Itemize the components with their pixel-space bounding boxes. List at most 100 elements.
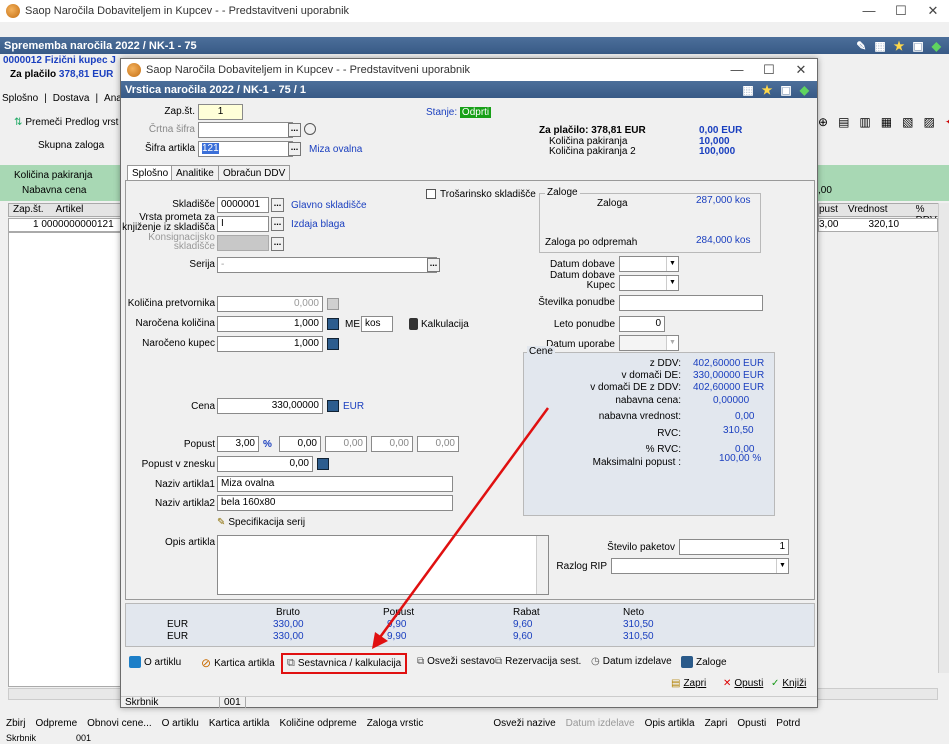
crtna-field[interactable] <box>198 122 293 138</box>
dialog-grid-icon[interactable]: ▦ <box>742 83 753 97</box>
trosarinsko-checkbox[interactable] <box>426 189 436 199</box>
zbirj-button[interactable]: Zbirj <box>6 718 25 729</box>
tool4-icon[interactable]: ▦ <box>881 115 892 129</box>
opis-field[interactable] <box>217 535 549 595</box>
opusti-button[interactable]: ✕ Opusti <box>723 678 763 689</box>
skladisce-lookup-button[interactable]: ... <box>271 198 284 212</box>
dialog-exit-icon[interactable]: ◆ <box>800 83 809 97</box>
tool2-icon[interactable]: ▤ <box>838 115 849 129</box>
leto-ponudbe-field[interactable]: 0 <box>619 316 665 332</box>
cena-calc-icon[interactable] <box>327 400 339 412</box>
grid-icon[interactable]: ▦ <box>874 39 885 53</box>
barcode-icon[interactable] <box>304 123 316 135</box>
popust-zn-field[interactable]: 0,00 <box>217 456 313 472</box>
popust-3-field[interactable]: 0,00 <box>325 436 367 452</box>
naziv2-field[interactable]: bela 160x80 <box>217 495 453 511</box>
st-paketov-field[interactable]: 1 <box>679 539 789 555</box>
rezervacija-button[interactable]: ⧉ Rezervacija sest. <box>495 656 581 667</box>
cena-field[interactable]: 330,00000 <box>217 398 323 414</box>
opis-label: Opis artikla <box>164 537 215 548</box>
popust-field[interactable]: 3,00 <box>217 436 259 452</box>
close-button[interactable]: ✕ <box>917 3 949 19</box>
main-potrdi-button[interactable]: Potrd <box>776 718 800 729</box>
serija-field[interactable]: - <box>217 257 437 273</box>
tab-analitike[interactable]: Analitike <box>171 165 219 181</box>
kartica-artikla-button[interactable]: ⊘ Kartica artikla <box>201 656 275 670</box>
tab-obracun-ddv[interactable]: Obračun DDV <box>218 165 291 181</box>
osvezi-sestavo-button[interactable]: ⧉ Osveži sestavo <box>417 656 495 667</box>
tab-splosno[interactable]: Splošno <box>127 165 174 181</box>
st-ponudbe-field[interactable] <box>619 295 763 311</box>
zapri-button[interactable]: ▤ Zapri <box>671 678 706 689</box>
kalkulacija-button[interactable]: Kalkulacija <box>409 318 469 330</box>
tool3-icon[interactable]: ▥ <box>859 115 870 129</box>
totals-neto-header: Neto <box>623 607 645 618</box>
zap-field[interactable]: 1 <box>198 104 243 120</box>
sifra-field[interactable]: 121 <box>198 141 293 157</box>
minimize-button[interactable]: — <box>853 3 885 19</box>
main-right-grid-row[interactable]: 3,00 320,10 <box>818 218 938 232</box>
obnovi-cene-button[interactable]: Obnovi cene... <box>87 718 151 729</box>
narocena-kupec-calc-icon[interactable] <box>327 338 339 350</box>
dialog-close-button[interactable]: ✕ <box>785 62 817 78</box>
narocena-calc-icon[interactable] <box>327 318 339 330</box>
odpreme-button[interactable]: Odpreme <box>35 718 77 729</box>
main-o-artiklu-button[interactable]: O artiklu <box>162 718 199 729</box>
kol-pretv-calc-icon[interactable] <box>327 298 339 310</box>
o-artiklu-button[interactable]: O artiklu <box>129 656 181 668</box>
narocena-kupec-field[interactable]: 1,000 <box>217 336 323 352</box>
kolicine-odpreme-button[interactable]: Količine odpreme <box>279 718 356 729</box>
zaloga-vrstic-button[interactable]: Zaloga vrstic <box>367 718 424 729</box>
sestavnica-button[interactable]: ⧉ Sestavnica / kalkulacija <box>281 653 408 674</box>
main-titlebar: Saop Naročila Dobaviteljem in Kupcev - -… <box>0 0 949 22</box>
dialog-doc-icon[interactable]: ▣ <box>780 83 791 97</box>
popust-4-field[interactable]: 0,00 <box>371 436 413 452</box>
popust-5-field[interactable]: 0,00 <box>417 436 459 452</box>
serija-lookup-button[interactable]: ... <box>427 258 440 272</box>
main-opis-artikla-button[interactable]: Opis artikla <box>645 718 695 729</box>
datum-dobave-field[interactable]: ▼ <box>619 256 679 272</box>
datum-izdelave-button[interactable]: ◷ Datum izdelave <box>591 656 672 667</box>
naziv1-field[interactable]: Miza ovalna <box>217 476 453 492</box>
tool5-icon[interactable]: ▧ <box>902 115 913 129</box>
popust-2-field[interactable]: 0,00 <box>279 436 321 452</box>
star-icon[interactable]: ★ <box>894 39 905 53</box>
kol-pretv-field[interactable]: 0,000 <box>217 296 323 312</box>
main-zapri-button[interactable]: Zapri <box>705 718 728 729</box>
knjizi-button[interactable]: ✓ Knjiži <box>771 678 806 689</box>
main-opusti-button[interactable]: Opusti <box>737 718 766 729</box>
crtna-lookup-button[interactable]: ... <box>288 123 301 137</box>
edit-icon[interactable]: ✎ <box>856 39 866 53</box>
main-datum-izdelave-button[interactable]: Datum izdelave <box>566 718 635 729</box>
konsig-lookup-button[interactable]: ... <box>271 237 284 251</box>
promet-field[interactable]: I <box>217 216 269 232</box>
datum-uporabe-field[interactable]: ▼ <box>619 335 679 351</box>
zaloge-button[interactable]: Zaloge <box>681 656 727 668</box>
skladisce-field[interactable]: 0000001 <box>217 197 269 213</box>
dialog-minimize-button[interactable]: — <box>721 62 753 78</box>
tool1-icon[interactable]: ⊕ <box>818 115 828 129</box>
exit-icon[interactable]: ◆ <box>932 39 941 53</box>
tool6-icon[interactable]: ▨ <box>923 115 934 129</box>
osvezi-nazive-button[interactable]: Osveži nazive <box>493 718 555 729</box>
tool7-icon[interactable]: ✦ <box>945 115 949 129</box>
specifikacija-button[interactable]: ✎ Specifikacija serij <box>217 517 305 528</box>
datum-dobave-kupec-field[interactable]: ▼ <box>619 275 679 291</box>
main-tab-dostava[interactable]: Dostava <box>53 93 90 104</box>
popust-zn-calc-icon[interactable] <box>317 458 329 470</box>
dialog-star-icon[interactable]: ★ <box>762 83 773 97</box>
main-vscrollbar[interactable] <box>938 203 949 673</box>
razlog-field[interactable]: ▼ <box>611 558 789 574</box>
me-field[interactable]: kos <box>361 316 393 332</box>
osvezi-icon: ⧉ <box>417 656 425 667</box>
promet-lookup-button[interactable]: ... <box>271 217 284 231</box>
maximize-button[interactable]: ☐ <box>885 3 917 19</box>
narocena-field[interactable]: 1,000 <box>217 316 323 332</box>
main-tab-splosno[interactable]: Splošno <box>2 93 38 104</box>
premeci-button[interactable]: ⇅ Premeči Predlog vrst <box>14 117 118 128</box>
doc-icon[interactable]: ▣ <box>912 39 923 53</box>
main-grid-row[interactable]: 1 0000000000121 <box>8 218 121 232</box>
sifra-lookup-button[interactable]: ... <box>288 142 301 156</box>
dialog-maximize-button[interactable]: ☐ <box>753 62 785 78</box>
main-kartica-button[interactable]: Kartica artikla <box>209 718 270 729</box>
